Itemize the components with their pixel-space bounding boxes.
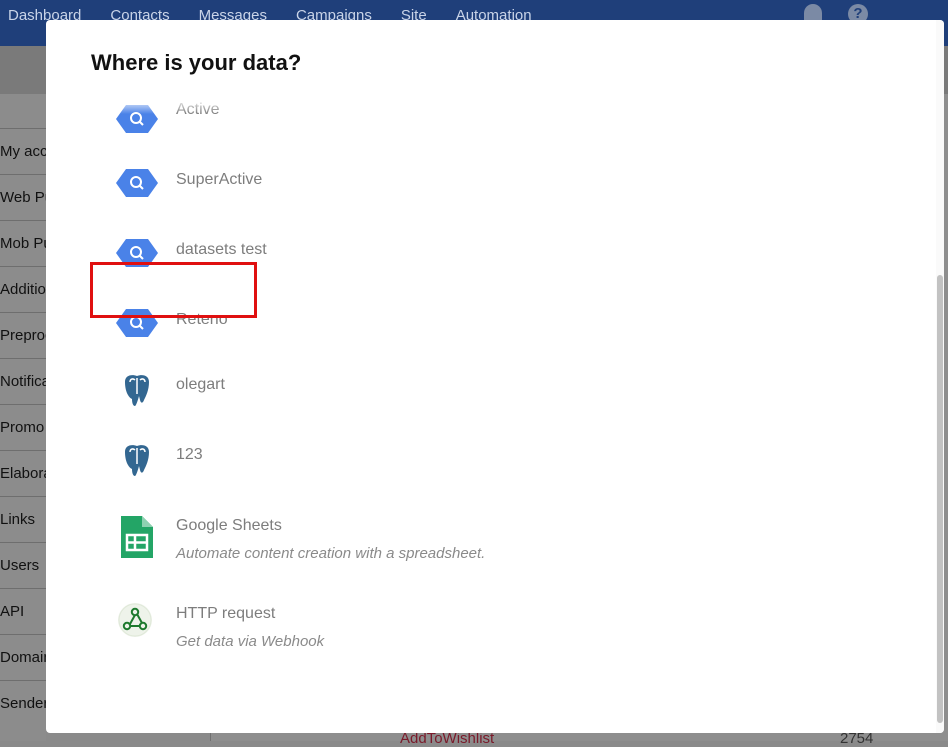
postgresql-icon [125,375,149,406]
sidebar-item[interactable]: Domain [0,634,46,680]
settings-sidebar: My acco Web Pu Mob Pu Additio Preproc No… [0,94,46,741]
data-source-modal: Active SuperActive datasets test [46,20,944,733]
bigquery-icon [116,169,158,197]
sidebar-item[interactable]: Notifica [0,358,46,404]
sidebar-item[interactable]: Web Pu [0,174,46,220]
sidebar-item[interactable]: Preproc [0,312,46,358]
scrollbar-track[interactable] [936,20,944,733]
data-source-item-http-request[interactable]: HTTP request Get data via Webhook [116,602,716,662]
data-source-description: Get data via Webhook [176,633,325,650]
list-top-fade [46,98,944,114]
data-source-name: SuperActive [176,171,263,188]
webhook-icon [118,603,152,637]
data-source-item-123[interactable]: 123 [116,440,716,490]
data-source-name: HTTP request [176,605,276,622]
sidebar-item[interactable]: Elaborat [0,450,46,496]
data-source-description: Automate content creation with a spreads… [176,545,486,562]
scrollbar-thumb[interactable] [937,275,943,723]
sidebar-item[interactable]: Users [0,542,46,588]
sidebar-item[interactable]: Additio [0,266,46,312]
data-source-item-olegart[interactable]: olegart [116,370,716,420]
data-source-name: 123 [176,446,203,463]
sidebar-item[interactable]: My acco [0,128,46,174]
sidebar-item[interactable]: Senders [0,680,46,726]
data-source-item-google-sheets[interactable]: Google Sheets Automate content creation … [116,514,716,574]
selection-highlight [90,262,257,318]
sidebar-item[interactable]: Mob Pu [0,220,46,266]
data-source-name: olegart [176,376,225,393]
data-source-name: Google Sheets [176,517,282,534]
sidebar-item[interactable]: Promo c [0,404,46,450]
sidebar-item[interactable]: API [0,588,46,634]
data-source-name: datasets test [176,241,267,258]
modal-title: Where is your data? [91,50,302,75]
google-sheets-icon [121,516,153,558]
data-source-item-superactive[interactable]: SuperActive [116,162,716,212]
sidebar-item[interactable]: Links [0,496,46,542]
data-source-list: Active SuperActive datasets test [46,20,944,733]
postgresql-icon [125,445,149,476]
